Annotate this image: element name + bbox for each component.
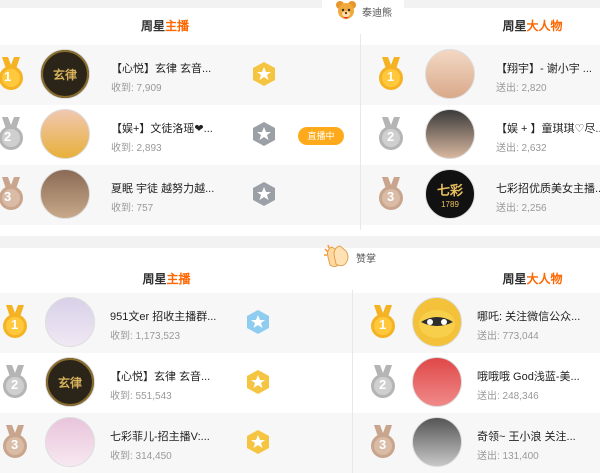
- avatar[interactable]: [45, 417, 95, 467]
- rank-number: 1: [4, 69, 12, 84]
- anchor-row[interactable]: 2 【娱+】文徒洛瑶❤... 收到: 2,893 直播中: [0, 105, 360, 165]
- rank-number: 3: [379, 437, 387, 452]
- rank-number: 3: [387, 189, 395, 204]
- weekly-anchor-title: 周星主播: [140, 19, 190, 33]
- bigshot-row[interactable]: 1 哪吒: 关注微信公众... 送出: 773,044: [353, 293, 600, 353]
- avatar[interactable]: 玄律: [40, 49, 90, 99]
- silver-level-badge-icon: [253, 182, 275, 206]
- anchor-name[interactable]: 【心悦】玄律 玄音...: [110, 368, 240, 384]
- section-top-band: [0, 236, 600, 248]
- avatar-logo-number: 1789: [441, 200, 459, 209]
- rank-number: 2: [4, 129, 12, 144]
- rank-number: 2: [387, 129, 395, 144]
- sent-count: 送出: 773,044: [477, 331, 539, 342]
- anchor-name[interactable]: 七彩菲儿-招主播V:...: [110, 428, 240, 444]
- avatar[interactable]: [40, 169, 90, 219]
- weekly-bigshot-title: 周星大人物: [502, 272, 563, 286]
- gold-level-badge-icon: [253, 62, 275, 86]
- avatar-logo-text: 七彩: [436, 183, 463, 198]
- rank-number: 1: [387, 69, 395, 84]
- gift-tag: 赞掌: [310, 242, 388, 272]
- bigshot-row[interactable]: 3 奇领~ 王小浪 关注... 送出: 131,400: [353, 413, 600, 473]
- sent-count: 送出: 248,346: [477, 391, 539, 402]
- rank-number: 1: [11, 317, 19, 332]
- bigshot-name[interactable]: 哦哦哦 God浅蓝-美...: [477, 368, 600, 384]
- section-top-band: [0, 0, 600, 8]
- anchor-row[interactable]: 1 玄律 【心悦】玄律 玄音... 收到: 7,909: [0, 45, 360, 105]
- anchor-row[interactable]: 1 951文er 招收主播群... 收到: 1,173,523: [0, 293, 352, 353]
- bigshot-row[interactable]: 2 【娱 + 】童琪琪♡尽... 送出: 2,632: [361, 105, 600, 165]
- sent-count: 送出: 131,400: [477, 451, 539, 462]
- received-count: 收到: 7,909: [111, 83, 162, 94]
- live-status-badge[interactable]: 直播中: [298, 127, 344, 145]
- avatar[interactable]: [425, 49, 475, 99]
- sent-count: 送出: 2,632: [496, 143, 547, 154]
- bigshot-row[interactable]: 1 【翔宇】- 谢小宇 ... 送出: 2,820: [361, 45, 600, 105]
- avatar[interactable]: [45, 297, 95, 347]
- clapping-hands-icon: [324, 244, 349, 268]
- avatar[interactable]: 七彩 1789: [425, 169, 475, 219]
- bigshot-name[interactable]: 七彩招优质美女主播...: [496, 180, 600, 196]
- rank-number: 2: [11, 377, 19, 392]
- avatar[interactable]: [412, 357, 462, 407]
- rank-number: 1: [379, 317, 387, 332]
- anchor-row[interactable]: 3 七彩菲儿-招主播V:... 收到: 314,450: [0, 413, 352, 473]
- gift-name: 泰迪熊: [362, 7, 392, 19]
- silver-level-badge-icon: [253, 122, 275, 146]
- anchor-name[interactable]: 夏眠 宇徒 越努力越...: [111, 180, 251, 196]
- weekly-bigshot-title: 周星大人物: [502, 19, 563, 33]
- avatar[interactable]: 玄律: [45, 357, 95, 407]
- avatar-logo-text: 玄律: [46, 358, 94, 406]
- received-count: 收到: 314,450: [110, 451, 172, 462]
- avatar[interactable]: [412, 417, 462, 467]
- avatar[interactable]: [40, 109, 90, 159]
- gift-section-clap: 赞掌 周星主播 周星大人物 1 951文er 招收主播群... 收到: 1,17…: [0, 236, 600, 473]
- anchor-name[interactable]: 951文er 招收主播群...: [110, 308, 240, 324]
- anchor-name[interactable]: 【心悦】玄律 玄音...: [111, 60, 251, 76]
- sent-count: 送出: 2,256: [496, 203, 547, 214]
- teddy-bear-icon: [336, 1, 356, 19]
- bigshot-row[interactable]: 3 七彩 1789 七彩招优质美女主播... 送出: 2,256: [361, 165, 600, 225]
- gold-level-badge-icon: [247, 370, 269, 394]
- gift-section-teddy: 泰迪熊 周星主播 周星大人物 1 玄律 【心悦】玄律 玄音... 收到: 7,9…: [0, 0, 600, 236]
- gold-level-badge-icon: [247, 430, 269, 454]
- bigshot-name[interactable]: 【翔宇】- 谢小宇 ...: [496, 60, 600, 76]
- avatar[interactable]: [412, 297, 462, 347]
- rank-number: 3: [4, 189, 12, 204]
- received-count: 收到: 757: [111, 203, 154, 214]
- received-count: 收到: 1,173,523: [110, 331, 181, 342]
- rank-number: 3: [11, 437, 19, 452]
- diamond-level-badge-icon: [247, 310, 269, 334]
- anchor-name[interactable]: 【娱+】文徒洛瑶❤...: [111, 120, 251, 136]
- bigshot-name[interactable]: 【娱 + 】童琪琪♡尽...: [496, 120, 600, 136]
- avatar[interactable]: [425, 109, 475, 159]
- avatar-logo-text: 玄律: [41, 50, 89, 98]
- received-count: 收到: 2,893: [111, 143, 162, 154]
- bigshot-row[interactable]: 2 哦哦哦 God浅蓝-美... 送出: 248,346: [353, 353, 600, 413]
- received-count: 收到: 551,543: [110, 391, 172, 402]
- raccoon-mascot-icon: [419, 310, 455, 338]
- gift-tag: 泰迪熊: [322, 0, 404, 22]
- sent-count: 送出: 2,820: [496, 83, 547, 94]
- weekly-anchor-title: 周星主播: [142, 272, 191, 286]
- bigshot-name[interactable]: 哪吒: 关注微信公众...: [477, 308, 600, 324]
- bigshot-name[interactable]: 奇领~ 王小浪 关注...: [477, 428, 600, 444]
- gift-name: 赞掌: [356, 253, 376, 265]
- anchor-row[interactable]: 2 玄律 【心悦】玄律 玄音... 收到: 551,543: [0, 353, 352, 413]
- anchor-row[interactable]: 3 夏眠 宇徒 越努力越... 收到: 757: [0, 165, 360, 225]
- rank-number: 2: [379, 377, 387, 392]
